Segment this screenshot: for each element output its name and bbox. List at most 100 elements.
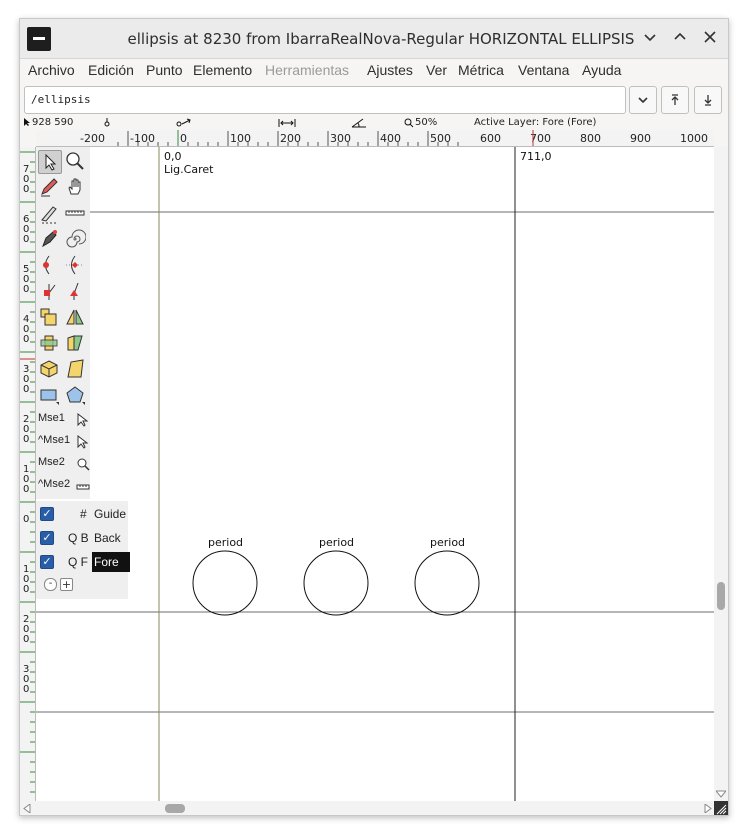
- corner-point-icon: [44, 284, 56, 300]
- period-reference-3[interactable]: [414, 550, 480, 616]
- tangent-point-tool[interactable]: [64, 280, 88, 304]
- ruler-tick-label: 500: [430, 132, 451, 145]
- 3d-rotate-tool[interactable]: [38, 358, 62, 382]
- knife-icon: [41, 206, 57, 224]
- pointer-tool[interactable]: [38, 150, 62, 174]
- menu-herramientas: Herramientas: [265, 62, 350, 78]
- window-title: ellipsis at 8230 from IbarraRealNova-Reg…: [127, 30, 635, 48]
- layer-prefix: Q B: [68, 531, 89, 545]
- pen-tool[interactable]: [38, 228, 62, 252]
- chevron-down-icon: [644, 34, 656, 42]
- menu-archivo[interactable]: Archivo: [28, 62, 75, 78]
- lig-caret-label: Lig.Caret: [164, 163, 214, 176]
- minimize-button[interactable]: [640, 29, 660, 49]
- ruler-tick-label: 0: [23, 234, 29, 245]
- menu-edicion[interactable]: Edición: [88, 62, 134, 78]
- menu-ventana[interactable]: Ventana: [518, 62, 569, 78]
- period-reference-1[interactable]: [192, 550, 258, 616]
- menu-metrica[interactable]: Métrica: [458, 62, 504, 78]
- pointer-icon: [77, 435, 88, 449]
- layer-visible-checkbox[interactable]: ✓: [40, 555, 54, 569]
- scroll-left-icon[interactable]: [23, 804, 31, 813]
- curve-point-icon: [43, 255, 50, 275]
- toolbox: Mse1 ^Mse1 Mse2 ^Mse2: [36, 147, 90, 499]
- ruler-tick-label: 0: [23, 634, 29, 645]
- spiral-tool[interactable]: [64, 228, 88, 252]
- rectangle-tool[interactable]: [38, 384, 62, 408]
- ruler-tick-label: 0: [23, 184, 29, 195]
- pencil-tool[interactable]: [38, 176, 62, 200]
- resize-grip-icon[interactable]: [714, 801, 728, 815]
- period-reference-2[interactable]: [303, 550, 369, 616]
- vertical-ruler: 9008007006005004003002001000100200300: [20, 147, 36, 801]
- fontforge-window: ellipsis at 8230 from IbarraRealNova-Reg…: [19, 18, 729, 816]
- menu-ver[interactable]: Ver: [426, 62, 447, 78]
- ruler-tick-label: 0: [23, 584, 29, 595]
- layer-visible-checkbox[interactable]: ✓: [40, 507, 54, 521]
- vertical-scroll-thumb[interactable]: [717, 582, 725, 610]
- glyph-name-label: period: [430, 536, 466, 549]
- ruler-tick-label: 100: [230, 132, 251, 145]
- hv-curve-point-tool[interactable]: [64, 254, 88, 278]
- arrow-up-bar-icon: [671, 94, 679, 105]
- skew-tool[interactable]: [64, 332, 88, 356]
- close-button[interactable]: [700, 29, 720, 49]
- mouse2-label: Mse2: [38, 456, 65, 468]
- hv-curve-point-icon: [66, 255, 84, 275]
- menu-ajustes[interactable]: Ajustes: [367, 62, 413, 78]
- ruler-icon: [76, 484, 90, 490]
- menu-punto[interactable]: Punto: [146, 62, 183, 78]
- glyph-name-input[interactable]: /ellipsis: [24, 86, 626, 114]
- scale-tool[interactable]: [38, 306, 62, 330]
- horizontal-ruler: -200 -100 0 100 200 300 400 500 600 700 800 900 1000…: [36, 130, 714, 147]
- ruler-tick-label: 0: [23, 684, 29, 695]
- ruler-tick-label: 1000: [680, 132, 708, 145]
- magnify-icon: [77, 458, 90, 471]
- glyph-name-label: period: [208, 536, 244, 549]
- cursor-icon: [23, 117, 31, 130]
- rotate-tool[interactable]: [38, 332, 62, 356]
- corner-point-tool[interactable]: [38, 280, 62, 304]
- menu-elemento[interactable]: Elemento: [193, 62, 252, 78]
- ruler-tick-label: 400: [380, 132, 401, 145]
- ruler-tick-label: 0: [23, 514, 29, 525]
- knife-tool[interactable]: [38, 202, 62, 226]
- next-glyph-button[interactable]: [694, 86, 722, 114]
- flip-tool[interactable]: [64, 306, 88, 330]
- ruler-tick-label: 0: [23, 334, 29, 345]
- scroll-down-icon[interactable]: [716, 790, 726, 798]
- ruler-tool[interactable]: [64, 202, 88, 226]
- curve-point-tool[interactable]: [38, 254, 62, 278]
- pointer-icon: [45, 153, 57, 171]
- maximize-button[interactable]: [670, 29, 690, 49]
- horizontal-scroll-thumb[interactable]: [165, 804, 185, 813]
- glyph-canvas[interactable]: 0,0 Lig.Caret 711,0 period period period: [36, 147, 714, 801]
- ruler-tick-label: 0: [23, 484, 29, 495]
- dropdown-button[interactable]: [629, 86, 657, 114]
- remove-layer-button[interactable]: -: [44, 578, 57, 591]
- horizontal-scrollbar[interactable]: [20, 801, 714, 815]
- polygon-icon: [66, 386, 85, 405]
- glyph-name-bar: /ellipsis: [20, 85, 728, 117]
- pen-icon: [42, 230, 57, 248]
- hand-tool[interactable]: [64, 176, 88, 200]
- ruler-icon: [65, 210, 85, 216]
- previous-glyph-button[interactable]: [661, 86, 689, 114]
- layer-name: Guide: [94, 507, 127, 521]
- cursor-coords: 928 590: [32, 117, 74, 128]
- scroll-right-icon[interactable]: [704, 804, 712, 813]
- ruler-tick-label: 900: [630, 132, 651, 145]
- polygon-tool[interactable]: [64, 384, 88, 408]
- layer-visible-checkbox[interactable]: ✓: [40, 531, 54, 545]
- perspective-icon: [67, 359, 84, 378]
- ruler-tick-label: 0: [23, 384, 29, 395]
- vertical-scrollbar[interactable]: [714, 147, 728, 801]
- menu-ayuda[interactable]: Ayuda: [582, 62, 621, 78]
- layer-row-back[interactable]: ✓ Q B Back: [40, 528, 126, 548]
- layer-row-fore[interactable]: ✓ Q F Fore: [40, 552, 130, 572]
- perspective-tool[interactable]: [64, 358, 88, 382]
- layer-row-guide[interactable]: ✓ # Guide: [40, 504, 126, 524]
- magnify-tool[interactable]: [64, 150, 88, 174]
- ctrl-mouse2-label: ^Mse2: [38, 478, 71, 490]
- add-layer-button[interactable]: +: [60, 578, 73, 591]
